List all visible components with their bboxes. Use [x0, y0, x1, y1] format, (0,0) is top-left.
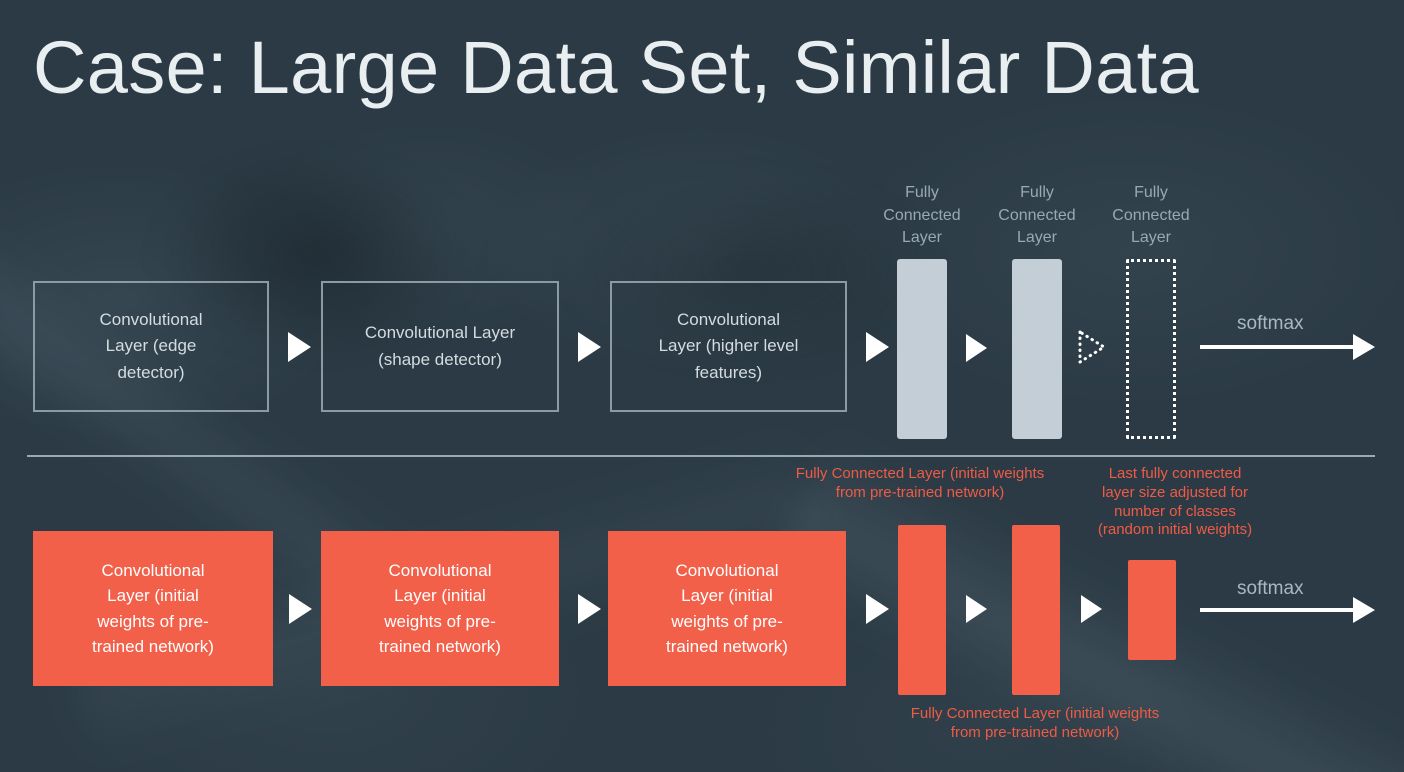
softmax-arrow-line-top: [1200, 345, 1355, 349]
conv-layer-box-bottom-2: Convolutional Layer (initial weights of …: [321, 531, 559, 686]
page-title: Case: Large Data Set, Similar Data: [33, 26, 1199, 109]
fc-layer-bar-top-2: [1012, 259, 1062, 439]
play-triangle-icon-bottom-5: [1081, 595, 1102, 623]
conv-layer-label: Convolutional Layer (edge detector): [99, 309, 203, 382]
fc-layer-bar-bottom-1: [898, 525, 946, 695]
play-triangle-icon-top-3: [866, 332, 889, 362]
fc-layer-label-top-1: Fully Connected Layer: [883, 184, 961, 247]
play-triangle-icon-top-2: [578, 332, 601, 362]
play-triangle-icon-bottom-3: [866, 594, 889, 624]
conv-layer-label: Convolutional Layer (higher level featur…: [658, 309, 799, 382]
play-triangle-icon-bottom-2: [578, 594, 601, 624]
conv-layer-label: Convolutional Layer (shape detector): [364, 323, 516, 369]
conv-layer-label: Convolutional Layer (initial weights of …: [379, 560, 501, 657]
conv-layer-box-bottom-1: Convolutional Layer (initial weights of …: [33, 531, 273, 686]
conv-layer-box-top-3: Convolutional Layer (higher level featur…: [610, 281, 847, 412]
annotation-last-fc: Last fully connected layer size adjusted…: [1097, 465, 1253, 539]
softmax-arrow-head-top: [1353, 334, 1375, 360]
fc-layer-bar-top-3-dotted: [1126, 259, 1176, 439]
conv-layer-box-top-1: Convolutional Layer (edge detector): [33, 281, 269, 412]
play-triangle-icon-top-4: [966, 334, 987, 362]
play-triangle-icon-top-1: [288, 332, 311, 362]
softmax-label-top: softmax: [1237, 313, 1304, 334]
conv-layer-label: Convolutional Layer (initial weights of …: [92, 560, 214, 657]
annotation-fc-bottom: Fully Connected Layer (initial weights f…: [910, 705, 1160, 741]
slide-canvas: Case: Large Data Set, Similar Data Convo…: [0, 0, 1404, 772]
conv-layer-label: Convolutional Layer (initial weights of …: [666, 560, 788, 657]
fc-layer-label-top-2: Fully Connected Layer: [998, 184, 1076, 247]
conv-layer-box-top-2: Convolutional Layer (shape detector): [321, 281, 559, 412]
conv-layer-box-bottom-3: Convolutional Layer (initial weights of …: [608, 531, 846, 686]
row-divider: [27, 455, 1375, 457]
play-triangle-dotted-icon-top: [1078, 329, 1107, 365]
fc-layer-bar-bottom-2: [1012, 525, 1060, 695]
play-triangle-icon-bottom-1: [289, 594, 312, 624]
fc-layer-label-top-3: Fully Connected Layer: [1112, 184, 1190, 247]
play-triangle-icon-bottom-4: [966, 595, 987, 623]
fc-layer-bar-top-1: [897, 259, 947, 439]
softmax-label-bottom: softmax: [1237, 578, 1304, 599]
annotation-fc-top: Fully Connected Layer (initial weights f…: [795, 465, 1045, 501]
softmax-arrow-head-bottom: [1353, 597, 1375, 623]
softmax-arrow-line-bottom: [1200, 608, 1355, 612]
fc-layer-bar-bottom-3-small: [1128, 560, 1176, 660]
